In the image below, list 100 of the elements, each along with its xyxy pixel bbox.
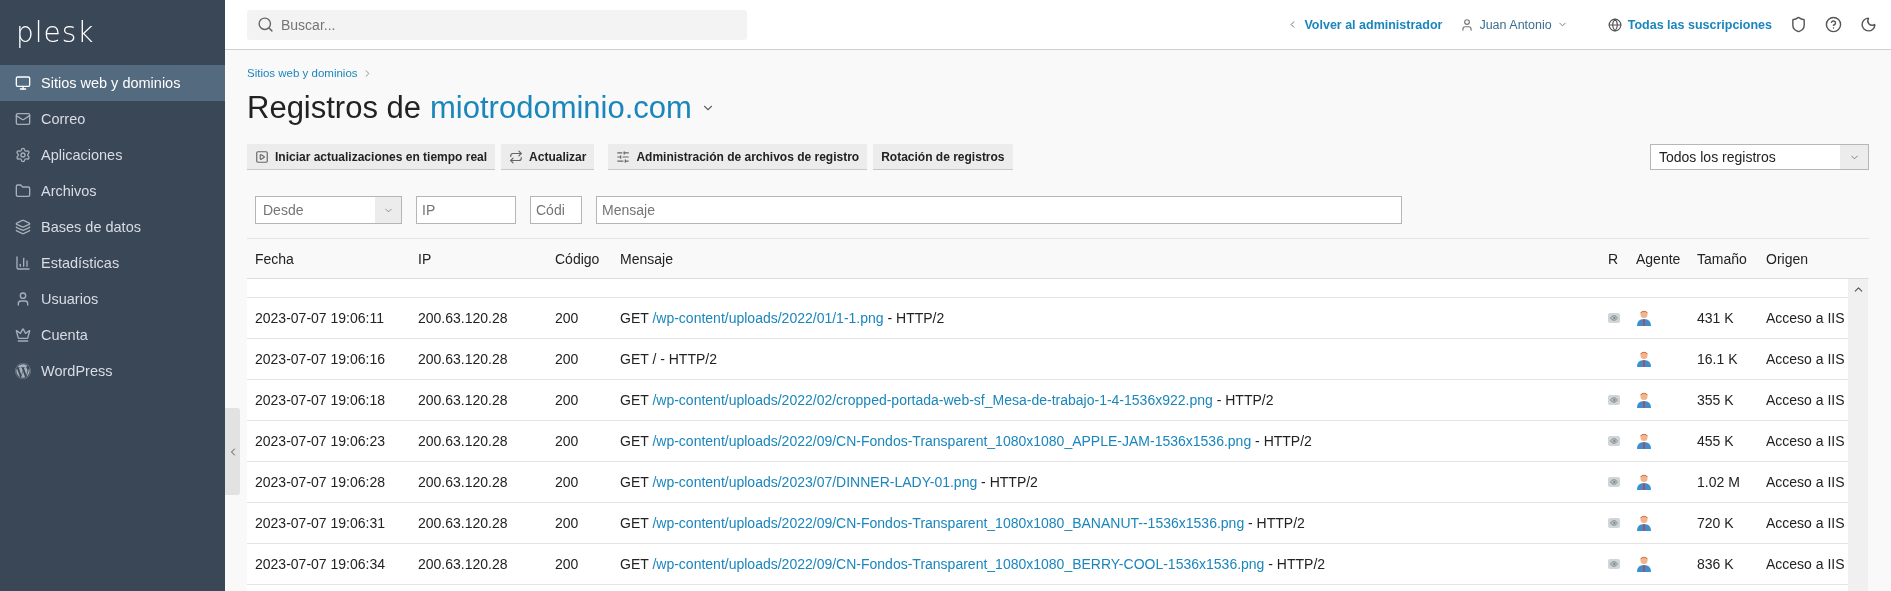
back-link[interactable]: Volver al administrador xyxy=(1287,17,1443,32)
ip-field[interactable]: IP xyxy=(416,196,516,224)
nav-item[interactable]: Bases de datos xyxy=(0,209,225,245)
nav-label: Estadísticas xyxy=(41,255,120,271)
table-cell-text: 2023-07-07 19:06:18 xyxy=(254,392,386,408)
code-field[interactable]: Códi xyxy=(530,196,582,224)
eye-icon[interactable] xyxy=(1608,559,1620,569)
file-link[interactable]: /wp-content/uploads/2022/09/CN-Fondos-Transparent_1080x1080_BANANUT--1536x1536.png xyxy=(652,515,1245,531)
nav-item[interactable]: Correo xyxy=(0,101,225,137)
crown-icon xyxy=(15,327,31,343)
moon-icon[interactable] xyxy=(1860,16,1877,33)
play-icon xyxy=(255,149,269,164)
nav-item[interactable]: Aplicaciones xyxy=(0,137,225,173)
table-cell-text: 2023-07-07 19:06:31 xyxy=(254,515,386,531)
search-field[interactable]: Buscar... xyxy=(247,9,747,40)
toolbar-button[interactable]: Actualizar xyxy=(501,144,595,170)
table-cell-text: 2023-07-07 19:06:16 xyxy=(254,351,386,367)
nav-label: Bases de datos xyxy=(41,219,141,235)
file-link[interactable]: /wp-content/uploads/2022/02/cropped-portada-web-sf_Mesa-de-trabajo-1-4-1536x922.png xyxy=(652,392,1213,408)
table-cell-text: Acceso a IIS xyxy=(1765,351,1846,367)
nav-label: Cuenta xyxy=(41,327,88,343)
table-cell-text: 200.63.120.28 xyxy=(417,433,509,449)
table-cell-text: 16.1 K xyxy=(1696,351,1739,367)
toolbar-button[interactable]: Administración de archivos de registro xyxy=(608,144,868,170)
column-header[interactable]: Código xyxy=(547,250,612,267)
table-cell-text: 200 xyxy=(554,474,580,490)
table-cell-text: Acceso a IIS xyxy=(1765,474,1846,490)
file-link[interactable]: /wp-content/uploads/2022/01/1-1.png xyxy=(652,310,884,326)
file-link[interactable]: /wp-content/uploads/2022/09/CN-Fondos-Transparent_1080x1080_BERRY-COOL-1536x1536.png xyxy=(652,556,1265,572)
page-title: Registros de xyxy=(247,90,422,126)
person-icon xyxy=(1636,515,1652,531)
plesk-logo[interactable]: plesk xyxy=(0,0,225,65)
eye-icon[interactable] xyxy=(1608,518,1620,528)
collapse-handle[interactable] xyxy=(225,408,240,495)
column-header[interactable]: Agente xyxy=(1628,250,1689,267)
table-cell-text: 200 xyxy=(554,515,580,531)
table-cell-text: 200 xyxy=(554,351,580,367)
nav-label: Archivos xyxy=(41,183,97,199)
table-cell-text: 200.63.120.28 xyxy=(417,515,509,531)
nav-label: WordPress xyxy=(41,363,113,379)
log-message: GET /wp-content/uploads/2023/07/DINNER-LADY-01.png - HTTP/2 xyxy=(620,474,1038,490)
table-cell-text: 431 K xyxy=(1696,310,1735,326)
shield-icon[interactable] xyxy=(1790,16,1807,33)
toolbar-button[interactable]: Iniciar actualizaciones en tiempo real xyxy=(247,144,496,170)
help-icon[interactable] xyxy=(1825,16,1842,33)
person-icon xyxy=(1636,474,1652,490)
table-cell-text: 455 K xyxy=(1696,433,1735,449)
sliders-icon xyxy=(616,149,631,164)
table-cell-text: 200.63.120.28 xyxy=(417,556,509,572)
person-icon xyxy=(1636,310,1652,326)
table-cell-text: 355 K xyxy=(1696,392,1735,408)
user-menu[interactable]: Juan Antonio xyxy=(1460,17,1568,32)
table-cell-text: 200.63.120.28 xyxy=(417,351,509,367)
layers-icon xyxy=(15,219,31,235)
table-cell-text: 836 K xyxy=(1696,556,1735,572)
nav-item[interactable]: Cuenta xyxy=(0,317,225,353)
table-cell-text: 720 K xyxy=(1696,515,1735,531)
table-cell-text: 2023-07-07 19:06:23 xyxy=(254,433,386,449)
table-cell-text: 200.63.120.28 xyxy=(417,392,509,408)
person-icon xyxy=(1636,556,1652,572)
column-header[interactable]: Tamaño xyxy=(1689,250,1758,267)
nav-item[interactable]: Sitios web y dominios xyxy=(0,65,225,101)
nav-label: Usuarios xyxy=(41,291,99,307)
log-select[interactable]: Todos los registros xyxy=(1650,144,1869,170)
nav-item[interactable]: Usuarios xyxy=(0,281,225,317)
table-cell-text: 200.63.120.28 xyxy=(417,474,509,490)
toolbar-button[interactable]: Rotación de registros xyxy=(873,144,1013,170)
person-icon xyxy=(1636,392,1652,408)
breadcrumb-link[interactable]: Sitios web y dominios xyxy=(247,67,358,79)
user-icon xyxy=(1460,17,1475,32)
table-cell-text: Acceso a IIS xyxy=(1765,310,1846,326)
column-header[interactable]: Origen xyxy=(1758,250,1848,267)
column-header[interactable]: Fecha xyxy=(247,250,410,267)
eye-icon[interactable] xyxy=(1608,395,1620,405)
column-header[interactable]: IP xyxy=(410,250,547,267)
nav-item[interactable]: WordPress xyxy=(0,353,225,389)
nav-item[interactable]: Estadísticas xyxy=(0,245,225,281)
eye-icon[interactable] xyxy=(1608,477,1620,487)
person-icon xyxy=(1636,351,1652,367)
eye-icon[interactable] xyxy=(1608,436,1620,446)
table-cell-text: Acceso a IIS xyxy=(1765,556,1846,572)
log-message: GET /wp-content/uploads/2022/09/CN-Fondos-Transparent_1080x1080_BERRY-COOL-1536x1536.png - HTTP/2 xyxy=(620,556,1326,572)
domain-link[interactable]: miotrodominio.com xyxy=(430,90,692,126)
file-link[interactable]: /wp-content/uploads/2022/09/CN-Fondos-Transparent_1080x1080_APPLE-JAM-1536x1536.png xyxy=(652,433,1252,449)
column-header[interactable]: R xyxy=(1600,250,1628,267)
subscriptions-link[interactable]: Todas las suscripciones xyxy=(1607,17,1772,32)
table-cell-text: 200 xyxy=(554,392,580,408)
eye-icon[interactable] xyxy=(1608,313,1620,323)
scrollbar[interactable] xyxy=(1848,279,1868,591)
table-cell-text: 2023-07-07 19:06:11 xyxy=(254,310,385,326)
message-field[interactable]: Mensaje xyxy=(596,196,1402,224)
file-link[interactable]: /wp-content/uploads/2023/07/DINNER-LADY-01.png xyxy=(652,474,978,490)
log-message: GET /wp-content/uploads/2022/09/CN-Fondos-Transparent_1080x1080_APPLE-JAM-1536x1536.png - HTTP/2 xyxy=(620,433,1312,449)
table-cell-text: 1.02 M xyxy=(1696,474,1741,490)
search-icon xyxy=(257,15,274,33)
nav-label: Correo xyxy=(41,111,86,127)
nav-label: Aplicaciones xyxy=(41,147,123,163)
envelope-icon xyxy=(15,111,31,127)
column-header[interactable]: Mensaje xyxy=(612,250,1600,267)
nav-item[interactable]: Archivos xyxy=(0,173,225,209)
